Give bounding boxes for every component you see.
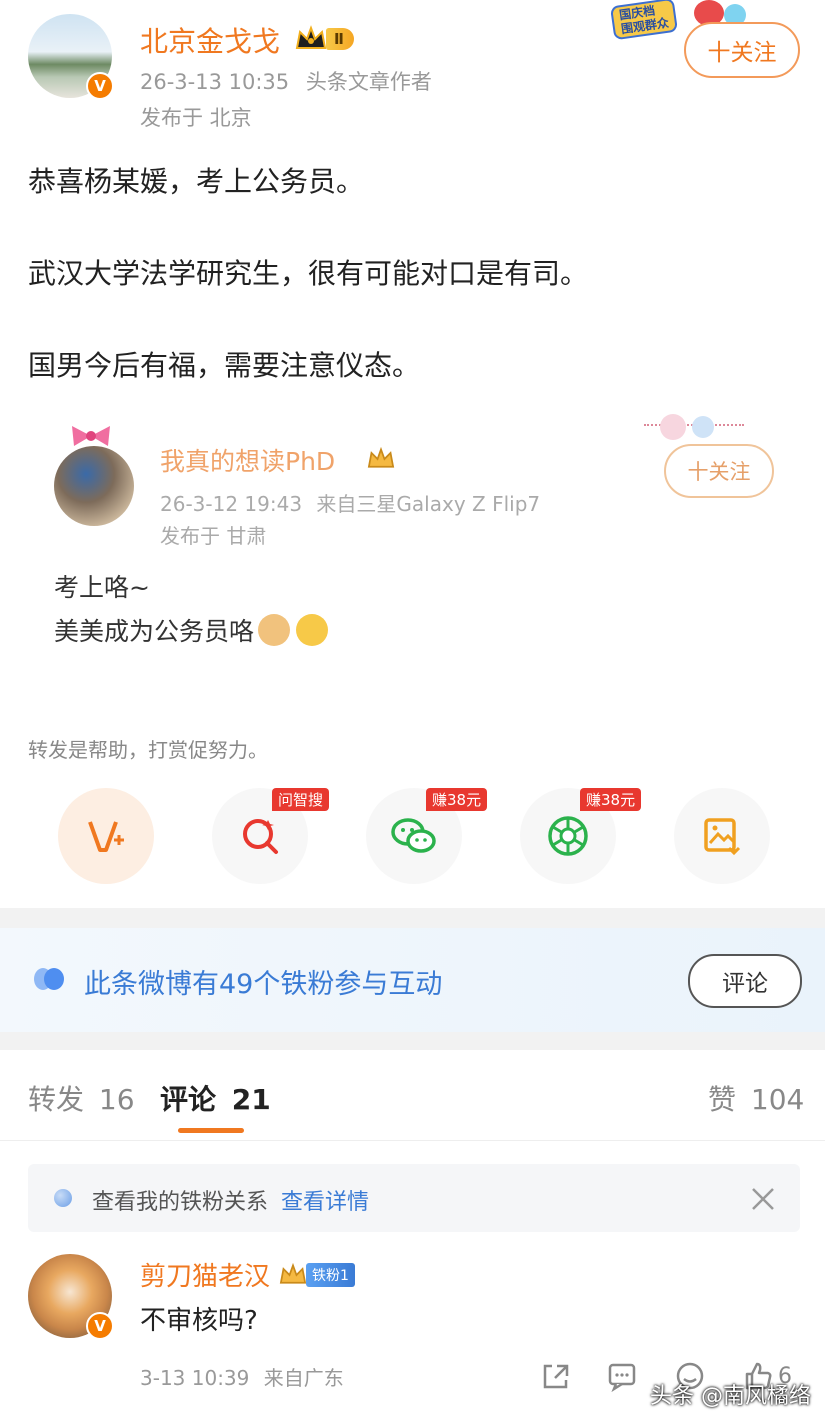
search-ai-tag: 问智搜 (272, 788, 330, 811)
quoted-line-2: 美美成为公务员咯 (54, 617, 255, 646)
tab-repost-count: 16 (98, 1083, 135, 1116)
comment-location: 来自广东 (263, 1366, 344, 1390)
comment-time: 3-13 10:39 (140, 1366, 250, 1390)
author-role: 头条文章作者 (305, 70, 432, 94)
author-name[interactable]: 北京金戈戈 (140, 20, 280, 60)
share-hint: 转发是帮助，打赏促努力。 (28, 738, 268, 762)
section-divider-2 (0, 1032, 825, 1050)
tab-like-count: 104 (750, 1083, 805, 1116)
tab-comment-count: 21 (231, 1083, 271, 1116)
bow-icon (66, 424, 116, 448)
doge-emoji-icon (258, 614, 291, 646)
notice-icon (54, 1189, 72, 1207)
quoted-author-name: 我真的想读PhD (160, 447, 336, 476)
comment-reply-button[interactable] (606, 1360, 638, 1396)
quoted-crown-icon (365, 446, 397, 476)
quoted-sticker (640, 412, 748, 448)
crown-level-badge: Ⅱ (294, 24, 354, 54)
tab-comment-label: 评论 (160, 1083, 217, 1116)
comment-text: 不审核吗? (140, 1306, 258, 1336)
fan-level-badge: 铁粉1 (306, 1262, 355, 1287)
level-badge: Ⅱ (326, 28, 354, 50)
tab-like-label: 赞 (708, 1083, 737, 1116)
wechat-icon (391, 818, 436, 853)
quoted-author-avatar (54, 446, 134, 526)
close-icon[interactable] (750, 1186, 776, 1216)
hug-emoji-icon (296, 614, 329, 646)
tab-comment[interactable]: 评论 21 (160, 1078, 271, 1118)
commenter-name[interactable]: 剪刀猫老汉 (140, 1256, 270, 1293)
quoted-post-image[interactable]: 我真的想读PhD 26-3-12 19:43 来自三星Galaxy Z Flip… (40, 408, 800, 688)
post-time: 26-3-13 10:35 (140, 70, 290, 94)
save-image-icon (704, 818, 741, 856)
quoted-follow-button: 十关注 (664, 444, 774, 498)
commenter-verified-icon: V (86, 1312, 114, 1340)
notice-text: 查看我的铁粉关系 (92, 1190, 269, 1215)
verified-v-icon: V (86, 72, 114, 100)
section-divider (0, 908, 825, 928)
post-line-1: 恭喜杨某媛，考上公务员。 (28, 165, 365, 198)
follow-button[interactable]: 十关注 (684, 22, 800, 78)
comment-share-button[interactable] (540, 1360, 572, 1396)
commenter-crown-icon (279, 1262, 307, 1284)
wechat-earn-tag: 赚38元 (426, 788, 488, 811)
moments-earn-tag: 赚38元 (580, 788, 642, 811)
fans-icon (32, 966, 66, 996)
post-location: 发布于 北京 (140, 106, 252, 130)
post-line-3: 国男今后有福，需要注意仪态。 (28, 349, 421, 382)
share-icon (543, 1364, 569, 1389)
crown-icon (295, 25, 327, 49)
active-tab-indicator (178, 1128, 244, 1133)
moments-icon (548, 816, 588, 856)
watermark: 头条 @南风橘络 (650, 1384, 811, 1409)
comment-button[interactable]: 评论 (688, 954, 802, 1008)
tab-like[interactable]: 赞 104 (708, 1078, 804, 1118)
quoted-location: 发布于 甘肃 (160, 524, 267, 548)
tabs-divider (0, 1140, 825, 1141)
quoted-line-1: 考上咯~ (54, 573, 150, 602)
quoted-time: 26-3-12 19:43 (160, 492, 303, 516)
post-line-2: 武汉大学法学研究生，很有可能对口是有司。 (28, 257, 589, 290)
tab-repost[interactable]: 转发 16 (28, 1078, 135, 1118)
fans-banner-text: 此条微博有49个铁粉参与互动 (84, 969, 443, 1000)
tab-repost-label: 转发 (28, 1083, 85, 1116)
comment-icon (608, 1363, 636, 1393)
repost-weibo-button[interactable] (58, 788, 154, 884)
search-ai-icon (243, 819, 278, 854)
weibo-repost-icon (88, 821, 124, 852)
save-image-button[interactable] (674, 788, 770, 884)
quoted-device: 来自三星Galaxy Z Flip7 (316, 492, 541, 516)
notice-detail-link[interactable]: 查看详情 (281, 1190, 369, 1215)
